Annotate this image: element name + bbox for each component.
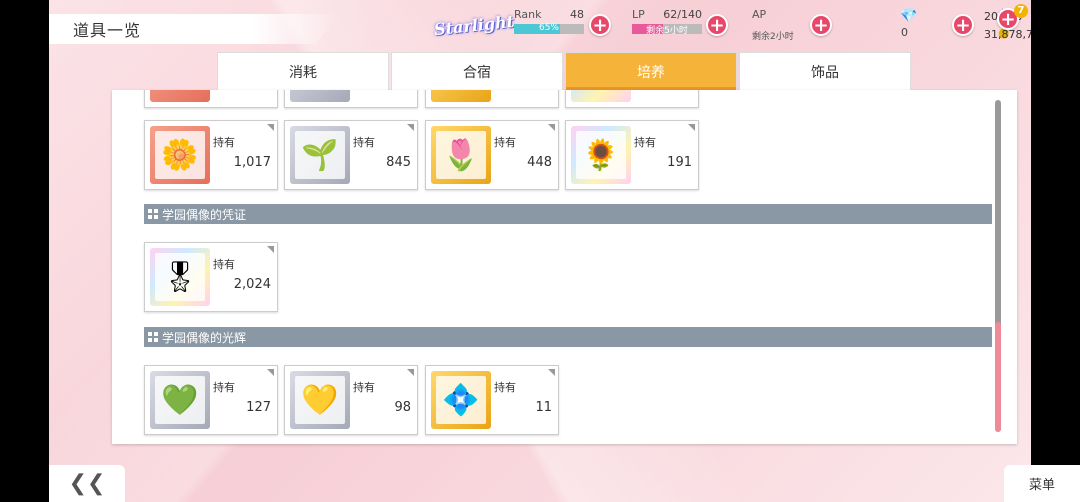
lp-value: 62/140 [663,8,702,21]
section-header-certificate: 学园偶像的凭证 [144,204,992,224]
tab-camp[interactable]: 合宿 [391,52,563,90]
rank-stat: Rank 48 65% [514,8,584,34]
rank-progress-bar: 65% [514,23,584,34]
ap-label: AP [752,8,767,21]
lp-stat: LP 62/140 剩余5小时 [632,8,702,36]
item-card[interactable]: 🌻 持有 191 [565,120,699,190]
item-card-partial[interactable] [284,90,418,108]
ap-sub-text: 剩余2小时 [752,32,794,42]
hold-label: 持有 [494,381,516,394]
item-card-partial[interactable] [565,90,699,108]
hold-label: 持有 [213,381,235,394]
notification-badge: 7 [1014,4,1028,18]
tab-label: 培养 [637,64,665,81]
item-card[interactable]: 💚 持有 127 [144,365,278,435]
item-quantity: 127 [246,400,271,415]
item-list-panel[interactable]: 🌼 持有 1,017 🌱 持有 845 🌷 持有 448 🌻 持有 191 学园偶像的凭证 🎖 持有 2,… [112,90,1017,444]
section-title: 学园偶像的凭证 [162,207,247,222]
tab-label: 饰品 [811,64,839,81]
scrollbar-thumb[interactable] [995,322,1001,432]
item-quantity: 1,017 [233,155,271,170]
section-title: 学园偶像的光辉 [162,330,247,345]
lp-label: LP [632,8,645,21]
section-header-radiance: 学园偶像的光辉 [144,327,992,347]
rank-level: 48 [570,8,584,21]
item-card[interactable]: 🌱 持有 845 [284,120,418,190]
category-tabs: 消耗 合宿 培养 饰品 [217,52,913,90]
item-quantity: 448 [527,155,552,170]
page-title-plate: 道具一览 [49,14,339,44]
tab-consumable[interactable]: 消耗 [217,52,389,90]
item-thumb: 💛 [290,371,350,429]
sprout-pot-icon: 🌱 [295,131,345,179]
item-thumb: 💠 [431,371,491,429]
tab-accessory[interactable]: 饰品 [739,52,911,90]
item-thumb [571,90,631,102]
ap-add-button[interactable]: + [810,14,832,36]
item-quantity: 191 [667,155,692,170]
gem-count: 0 [901,26,908,39]
item-thumb: 🌼 [150,126,210,184]
grid-icon [148,332,158,342]
seed-packet-icon: 🌼 [155,131,205,179]
page-title: 道具一览 [73,21,142,40]
certificate-star-icon: 🎖 [155,253,205,301]
gem-add-button[interactable]: + [952,14,974,36]
tab-label: 消耗 [289,64,317,81]
rank-progress-text: 65% [538,23,559,33]
item-thumb: 🌷 [431,126,491,184]
scrollbar-track[interactable] [995,100,1001,432]
item-card[interactable]: 🎖 持有 2,024 [144,242,278,312]
item-thumb: 🌱 [290,126,350,184]
yellow-gem-icon: 💛 [295,376,345,424]
tab-training[interactable]: 培养 [565,52,737,90]
grid-icon [148,209,158,219]
hold-label: 持有 [213,258,235,271]
item-quantity: 2,024 [233,277,271,292]
item-thumb [150,90,210,102]
item-card[interactable]: 💛 持有 98 [284,365,418,435]
green-gem-icon: 💚 [155,376,205,424]
back-button[interactable]: ❮❮ [49,465,125,502]
item-card-partial[interactable] [425,90,559,108]
ap-stat: AP 剩余2小时 [752,8,812,42]
rank-label: Rank [514,8,542,21]
hold-label: 持有 [634,136,656,149]
hold-label: 持有 [353,381,375,394]
bud-pot-icon: 🌷 [436,131,486,179]
item-quantity: 845 [386,155,411,170]
item-card-partial[interactable] [144,90,278,108]
lp-add-button[interactable]: + [706,14,728,36]
item-list-screen: 道具一览 Starlight Rank 48 65% + LP 62/140 剩… [49,0,1031,502]
status-bar: Starlight Rank 48 65% + LP 62/140 剩余5小时 … [433,0,1031,50]
blue-gem-icon: 💠 [436,376,486,424]
rank-add-button[interactable]: + [589,14,611,36]
hold-label: 持有 [494,136,516,149]
flower-pot-icon: 🌻 [576,131,626,179]
hold-label: 持有 [353,136,375,149]
tab-label: 合宿 [463,64,491,81]
item-thumb: 🌻 [571,126,631,184]
item-card[interactable]: 🌼 持有 1,017 [144,120,278,190]
item-card[interactable]: 🌷 持有 448 [425,120,559,190]
item-thumb: 💚 [150,371,210,429]
hold-label: 持有 [213,136,235,149]
item-thumb [290,90,350,102]
lp-sub-text: 剩余5小时 [646,26,688,36]
item-quantity: 98 [394,400,411,415]
item-quantity: 11 [535,400,552,415]
gem-icon: 💎 [900,8,918,24]
lp-progress-bar: 剩余5小时 [632,24,702,36]
item-card[interactable]: 💠 持有 11 [425,365,559,435]
menu-button[interactable]: 菜单 [1004,465,1080,502]
item-thumb [431,90,491,102]
starlight-logo: Starlight [433,11,515,40]
item-thumb: 🎖 [150,248,210,306]
